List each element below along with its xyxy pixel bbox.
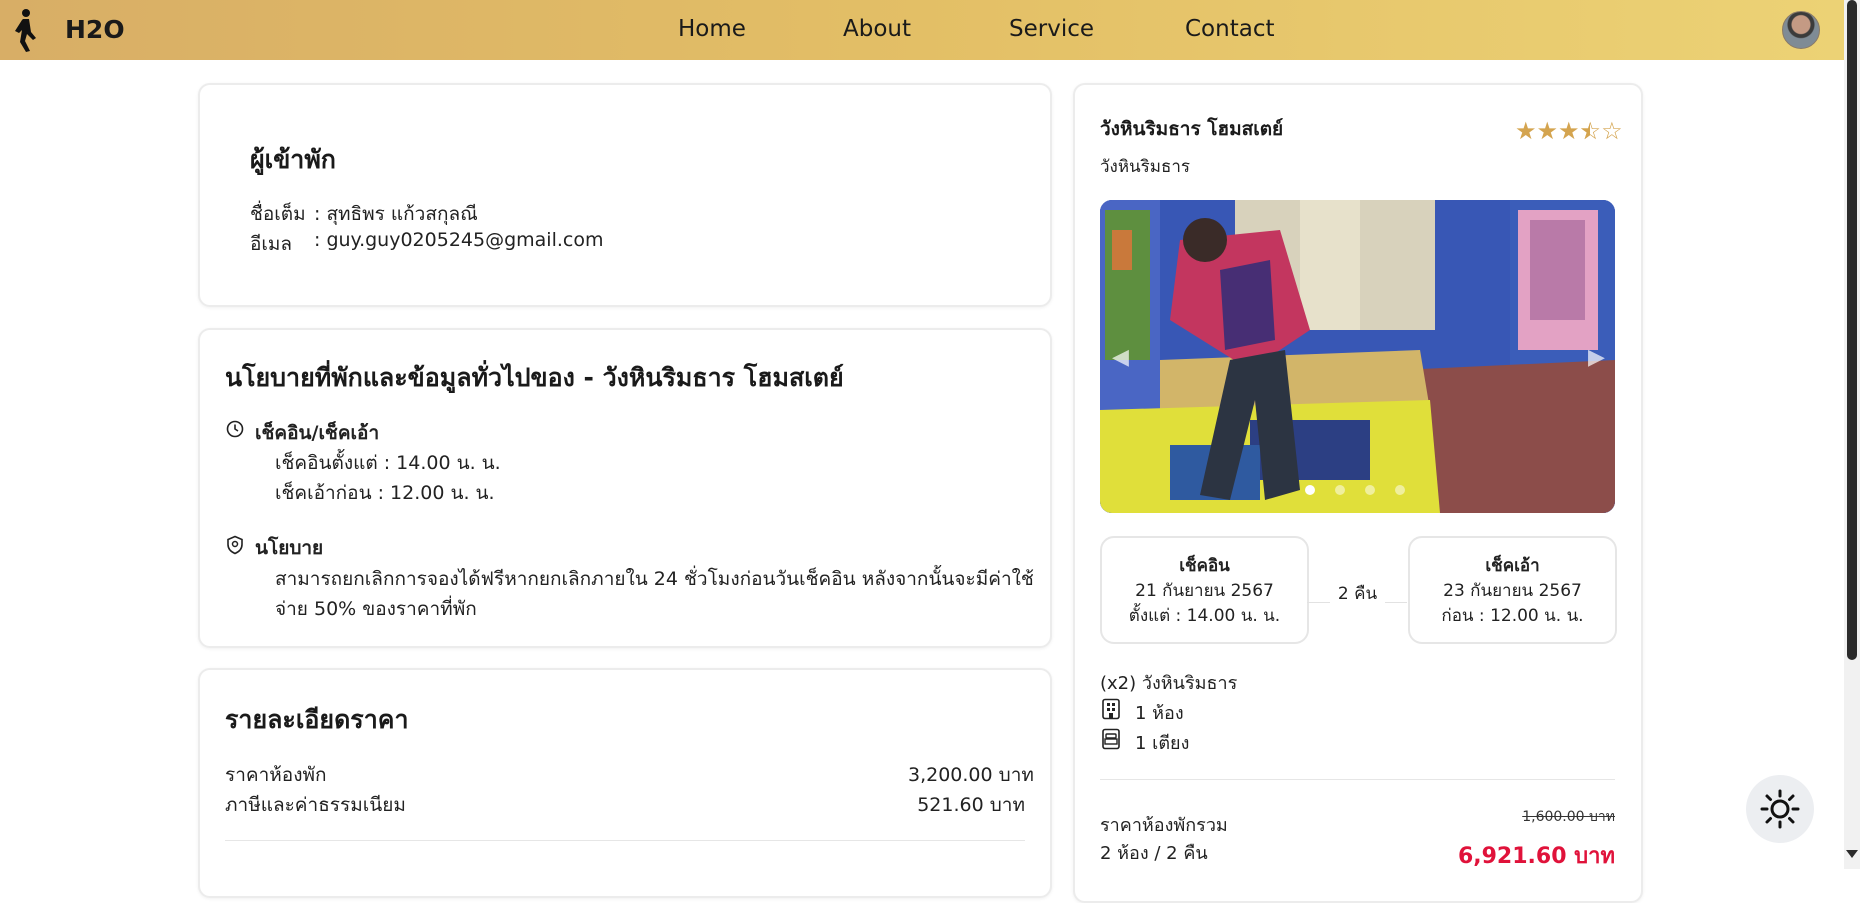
checkin-card-time: ตั้งแต่ : 14.00 น. น.	[1128, 606, 1281, 626]
star-empty-icon: ☆	[1601, 117, 1623, 145]
policy-line-2: จ่าย 50% ของราคาที่พัก	[275, 598, 477, 620]
checkin-heading: เช็คอิน/เช็คเอ้า	[255, 422, 380, 444]
top-navbar: H2O Home About Service Contact	[0, 0, 1844, 60]
policy-line-1: สามารถยกเลิกการจองได้ฟรีหากยกเลิกภายใน 2…	[275, 568, 1034, 590]
star-full-icon: ★	[1536, 117, 1559, 145]
summary-divider	[1100, 779, 1615, 780]
checkout-card-title: เช็คเอ้า	[1485, 556, 1540, 576]
star-rating: ★★★☆★☆☆	[1515, 117, 1623, 145]
checkout-line: เช็คเอ้าก่อน : 12.00 น. น.	[275, 482, 495, 504]
total-sub: 2 ห้อง / 2 คืน	[1100, 843, 1208, 864]
policy-heading: นโยบาย	[255, 537, 324, 559]
star-full-icon: ★	[1515, 117, 1537, 145]
scrollbar-thumb[interactable]	[1847, 0, 1857, 660]
guest-email-value: : guy.guy0205245@gmail.com	[314, 229, 604, 251]
star-full-icon: ★	[1558, 117, 1580, 145]
nights-count: 2 คืน	[1330, 580, 1385, 607]
guest-card	[198, 83, 1052, 307]
user-avatar[interactable]	[1782, 11, 1820, 49]
carousel-dot[interactable]	[1395, 485, 1405, 495]
scroll-down-icon[interactable]	[1846, 850, 1858, 858]
guest-name-label: ชื่อเต็ม	[250, 203, 306, 225]
checkin-line: เช็คอินตั้งแต่ : 14.00 น. น.	[275, 452, 501, 474]
carousel-prev-icon[interactable]: ◀	[1112, 345, 1129, 370]
carousel-dot[interactable]	[1335, 485, 1345, 495]
room-price-value: 3,200.00 บาท	[908, 764, 1034, 786]
sun-icon	[1760, 789, 1800, 829]
nav-service[interactable]: Service	[1009, 16, 1094, 42]
building-icon	[1102, 698, 1120, 720]
hotel-location: วังหินริมธาร	[1100, 157, 1191, 177]
original-price: 1,600.00 บาท	[1522, 809, 1615, 825]
checkin-card: เช็คอิน 21 กันยายน 2567 ตั้งแต่ : 14.00 …	[1100, 536, 1309, 644]
checkout-card: เช็คเอ้า 23 กันยายน 2567 ก่อน : 12.00 น.…	[1408, 536, 1617, 644]
price-divider	[225, 840, 1025, 841]
tax-label: ภาษีและค่าธรรมเนียม	[225, 794, 406, 816]
shield-icon	[227, 535, 243, 555]
nav-contact[interactable]: Contact	[1185, 16, 1274, 42]
policy-title: นโยบายที่พักและข้อมูลทั่วไปของ - วังหินร…	[225, 363, 844, 392]
tax-value: 521.60 บาท	[917, 794, 1025, 816]
room-type: (x2) วังหินริมธาร	[1100, 673, 1238, 694]
checkin-card-title: เช็คอิน	[1179, 556, 1230, 576]
room-price-label: ราคาห้องพัก	[225, 764, 327, 786]
theme-toggle-button[interactable]	[1746, 775, 1814, 843]
carousel-dot[interactable]	[1365, 485, 1375, 495]
checkout-card-date: 23 กันยายน 2567	[1443, 581, 1582, 601]
guest-name-value: : สุทธิพร แก้วสกุลณี	[314, 203, 478, 225]
guest-title: ผู้เข้าพัก	[250, 145, 336, 174]
bed-count: 1 เตียง	[1135, 733, 1190, 754]
total-label: ราคาห้องพักรวม	[1100, 815, 1228, 836]
price-title: รายละเอียดราคา	[225, 705, 409, 734]
total-price: 6,921.60 บาท	[1457, 844, 1615, 869]
star-half-icon: ☆★☆	[1579, 117, 1602, 145]
checkin-card-date: 21 กันยายน 2567	[1135, 581, 1274, 601]
checkout-card-time: ก่อน : 12.00 น. น.	[1441, 606, 1584, 626]
nav-about[interactable]: About	[843, 16, 911, 42]
hotel-photo-carousel[interactable]: ◀ ▶	[1100, 200, 1615, 513]
carousel-dot[interactable]	[1305, 485, 1315, 495]
carousel-dots	[1305, 485, 1405, 497]
hotel-name: วังหินริมธาร โฮมสเตย์	[1100, 118, 1284, 140]
carousel-next-icon[interactable]: ▶	[1588, 345, 1605, 370]
walking-person-icon[interactable]	[10, 8, 40, 52]
room-count: 1 ห้อง	[1135, 703, 1184, 724]
room-photo	[1100, 200, 1615, 513]
guest-email-label: อีเมล	[250, 233, 293, 255]
bed-icon	[1102, 728, 1120, 750]
nav-home[interactable]: Home	[678, 16, 746, 42]
brand-name[interactable]: H2O	[65, 15, 125, 44]
clock-icon	[226, 420, 244, 438]
